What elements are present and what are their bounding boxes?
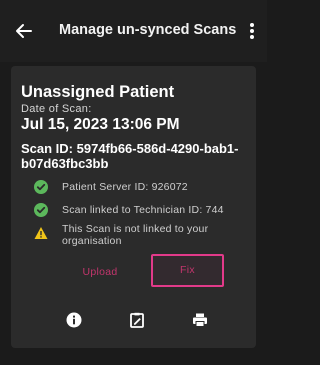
status-patient-server-id: Patient Server ID: 926072 <box>62 181 188 193</box>
date-value: Jul 15, 2023 13:06 PM <box>21 116 180 133</box>
scan-id: Scan ID: 5974fb66-586d-4290-bab1-b07d63f… <box>21 141 239 171</box>
more-vertical-icon[interactable] <box>244 21 260 41</box>
info-icon[interactable] <box>66 312 82 328</box>
upload-button[interactable]: Upload <box>72 256 128 288</box>
app-bar: Manage un-synced Scans <box>0 0 267 62</box>
status-organisation-warning: This Scan is not linked to your organisa… <box>62 223 209 247</box>
clipboard-edit-icon[interactable] <box>129 312 145 328</box>
print-icon[interactable] <box>192 312 208 328</box>
check-circle-icon <box>34 180 48 194</box>
date-label: Date of Scan: <box>21 103 92 115</box>
arrow-left-icon[interactable] <box>14 21 34 41</box>
patient-heading: Unassigned Patient <box>21 83 175 101</box>
status-technician-link: Scan linked to Technician ID: 744 <box>62 204 224 216</box>
fix-button[interactable]: Fix <box>151 254 224 287</box>
check-circle-icon <box>34 203 48 217</box>
page-title: Manage un-synced Scans <box>59 22 237 38</box>
warning-triangle-icon <box>34 227 48 239</box>
